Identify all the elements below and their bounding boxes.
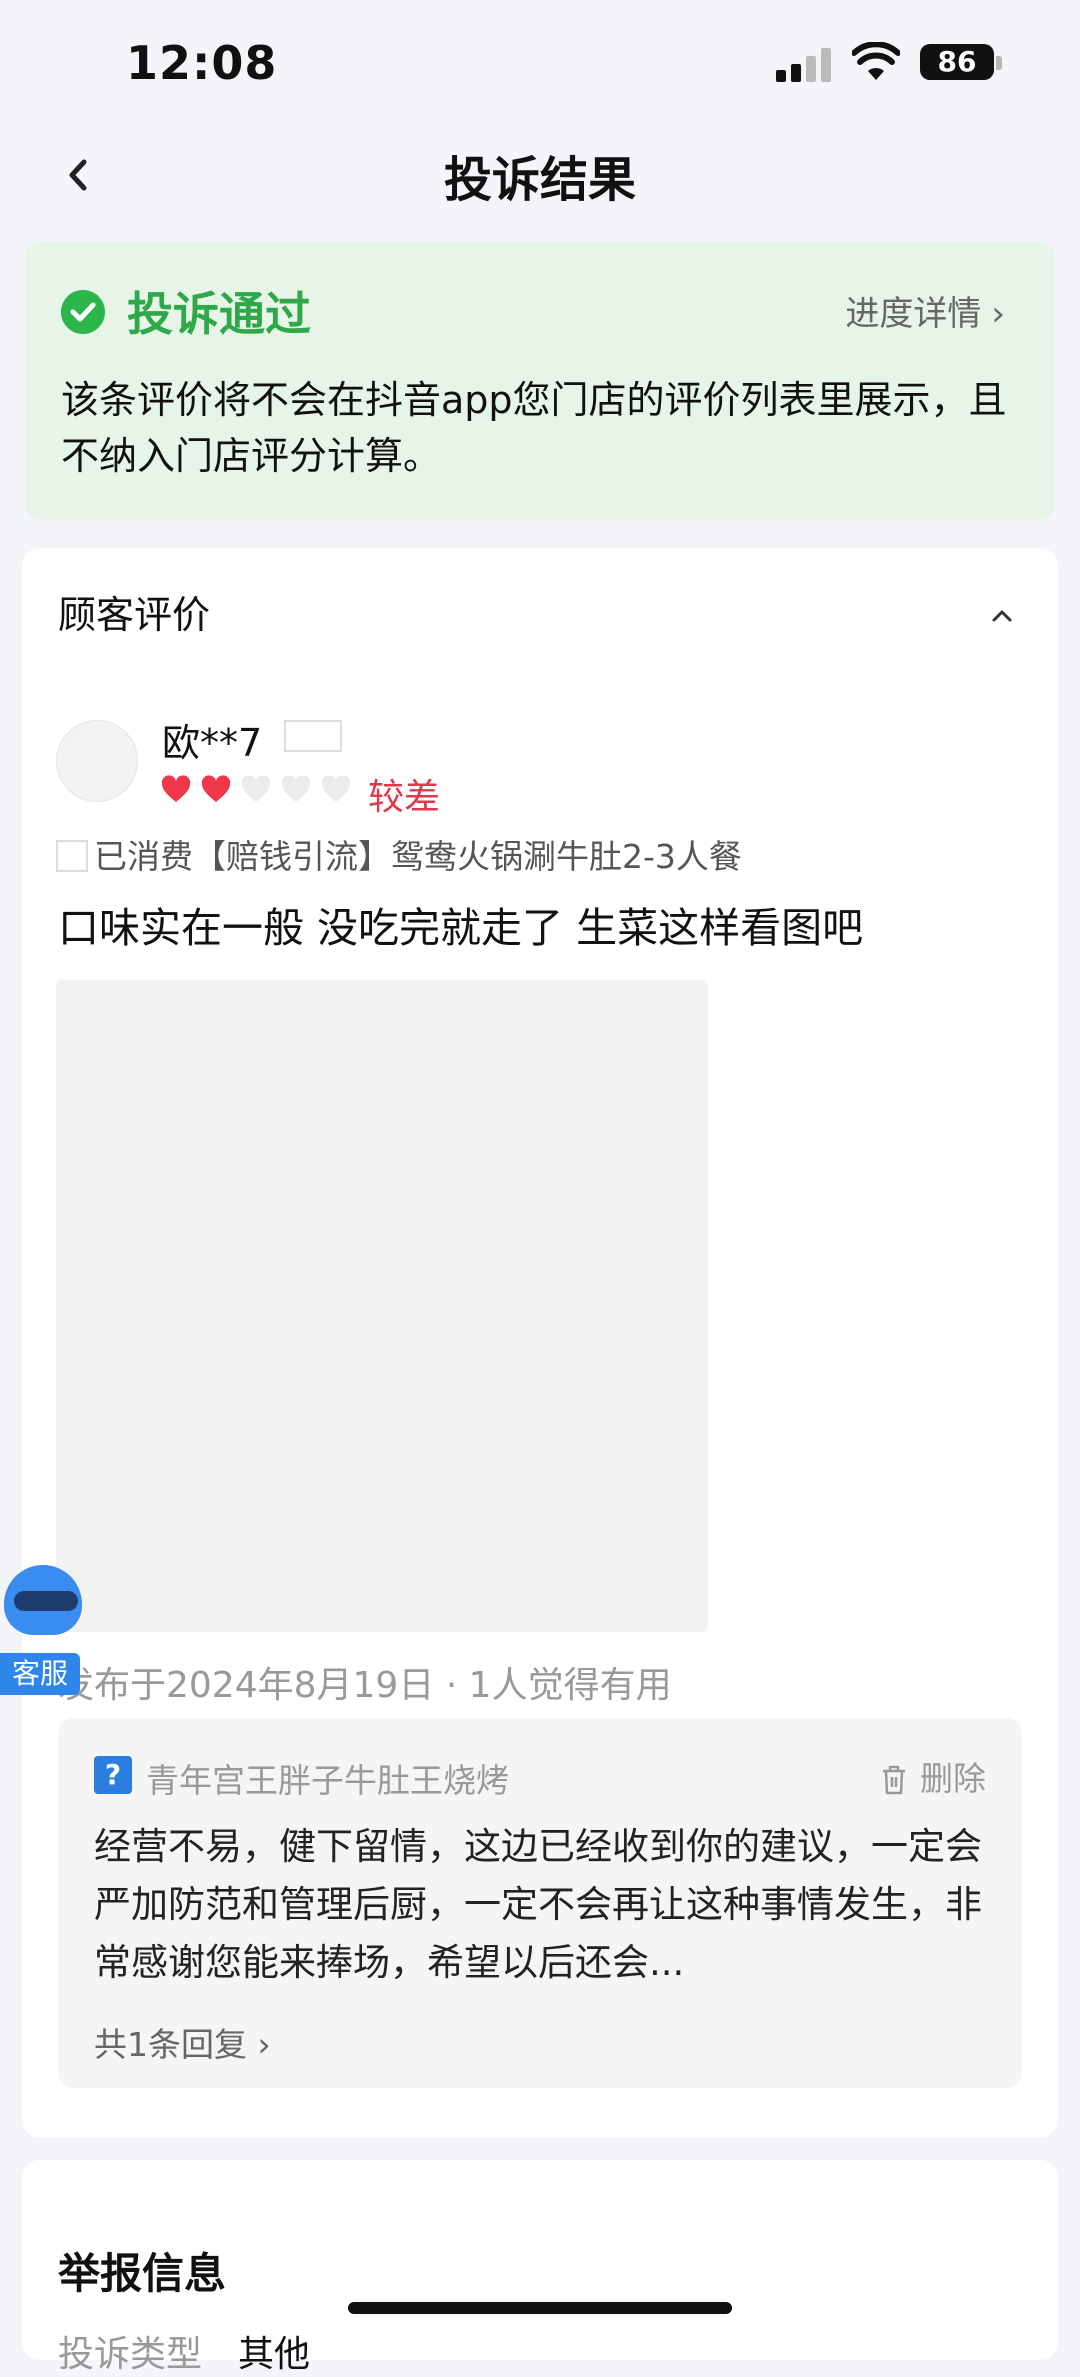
review-meta: 发布于2024年8月19日 · 1人觉得有用 xyxy=(58,1665,672,1706)
section-title-review: 顾客评价 xyxy=(58,593,211,637)
chevron-up-icon[interactable] xyxy=(990,604,1014,628)
complaint-type-value: 其他 xyxy=(238,2334,311,2375)
heart-empty-icon xyxy=(321,775,351,802)
heart-filled-icon xyxy=(201,775,231,802)
report-info-card: 举报信息 投诉类型 其他 xyxy=(22,2160,1058,2375)
customer-service-label: 客服 xyxy=(0,1653,80,1695)
reply-count-link[interactable]: 共1条回复 › xyxy=(94,2018,271,2066)
consumed-text: 已消费【赔钱引流】鸳鸯火锅涮牛肚2-3人餐 xyxy=(94,837,742,876)
page-title: 投诉结果 xyxy=(443,152,636,208)
review-text: 口味实在一般 没吃完就走了 生菜这样看图吧 xyxy=(58,904,864,952)
complaint-result-card: 投诉通过 进度详情 › 该条评价将不会在抖音app您门店的评价列表里展示，且不纳入… xyxy=(25,242,1055,520)
result-status-title: 投诉通过 xyxy=(127,287,311,341)
robot-icon xyxy=(4,1565,82,1635)
heart-empty-icon xyxy=(281,775,311,802)
result-description: 该条评价将不会在抖音app您门店的评价列表里展示，且不纳入门店评分计算。 xyxy=(61,378,1007,478)
check-circle-icon xyxy=(61,290,105,334)
delete-label: 删除 xyxy=(920,1759,986,1798)
chevron-right-icon: › xyxy=(991,294,1005,334)
customer-service-button[interactable]: 客服 xyxy=(0,1565,84,1705)
battery-icon: 86 xyxy=(920,44,994,80)
delete-reply-button[interactable]: 删除 xyxy=(880,1752,986,1800)
reply-count-label: 共1条回复 xyxy=(94,2025,247,2064)
shop-icon: ? xyxy=(94,1756,132,1794)
shop-name: 青年宫王胖子牛肚王烧烤 xyxy=(146,1761,509,1800)
rating-text: 较差 xyxy=(368,777,441,818)
signal-icon xyxy=(776,48,836,82)
nav-bar: 投诉结果 xyxy=(0,130,1080,220)
complaint-type-label: 投诉类型 xyxy=(58,2334,203,2375)
reviewer-name: 欧**7 xyxy=(162,721,263,765)
merchant-reply: ? 青年宫王胖子牛肚王烧烤 删除 经营不易，健下留情，这边已经收到你的建议，一定… xyxy=(58,1718,1022,2088)
status-time: 12:08 xyxy=(126,36,278,90)
status-bar: 12:08 86 xyxy=(0,0,1080,120)
chevron-right-icon: › xyxy=(257,2025,271,2064)
reply-text: 经营不易，健下留情，这边已经收到你的建议，一定会严加防范和管理后厨，一定不会再让… xyxy=(94,1825,982,1984)
customer-review-card: 顾客评价 欧**7 较差 已消费【赔钱引流】鸳鸯火锅涮牛肚2-3人餐 口味实在一… xyxy=(22,548,1058,2138)
review-photo[interactable] xyxy=(56,980,708,1632)
complaint-type-row: 投诉类型 其他 xyxy=(58,2325,310,2377)
section-title-report: 举报信息 xyxy=(58,2249,227,2298)
home-indicator xyxy=(348,2302,732,2314)
heart-filled-icon xyxy=(161,775,191,802)
user-badge xyxy=(284,720,342,752)
heart-empty-icon xyxy=(241,775,271,802)
battery-tip xyxy=(996,56,1002,70)
avatar[interactable] xyxy=(56,720,138,802)
progress-detail-label: 进度详情 xyxy=(845,294,982,334)
wifi-icon xyxy=(852,42,900,80)
progress-detail-link[interactable]: 进度详情 › xyxy=(845,286,1005,335)
consumed-item: 已消费【赔钱引流】鸳鸯火锅涮牛肚2-3人餐 xyxy=(56,830,742,878)
trash-icon xyxy=(883,1765,905,1795)
rating-hearts xyxy=(160,774,360,814)
product-thumbnail xyxy=(56,840,88,872)
